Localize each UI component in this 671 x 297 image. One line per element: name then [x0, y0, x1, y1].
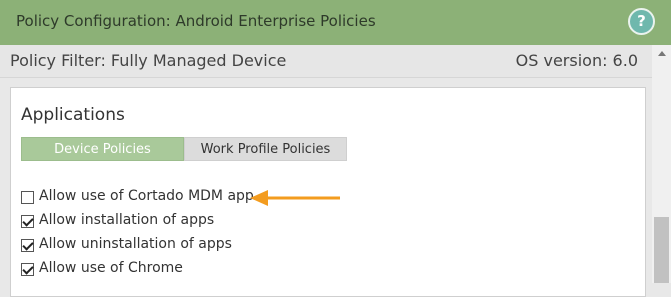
scroll-up-arrow-icon[interactable]	[658, 51, 666, 56]
policy-filter-label: Policy Filter: Fully Managed Device	[10, 51, 287, 70]
option-label: Allow use of Chrome	[39, 260, 183, 276]
option-label: Allow uninstallation of apps	[39, 236, 232, 252]
help-icon[interactable]: ?	[628, 8, 655, 35]
policy-filter-bar: Policy Filter: Fully Managed Device OS v…	[0, 45, 652, 78]
checkbox-checked[interactable]	[21, 215, 34, 228]
checkbox-checked[interactable]	[21, 263, 34, 276]
os-version-label: OS version: 6.0	[515, 51, 638, 70]
tab-work-profile-policies[interactable]: Work Profile Policies	[184, 137, 347, 161]
orange-arrow-icon	[250, 190, 340, 206]
checkbox-unchecked[interactable]	[21, 191, 34, 204]
option-label: Allow installation of apps	[39, 212, 215, 228]
option-label: Allow use of Cortado MDM app	[39, 188, 254, 204]
scrollbar-thumb[interactable]	[654, 217, 669, 283]
section-title: Applications	[21, 105, 125, 125]
tab-device-policies[interactable]: Device Policies	[21, 137, 184, 161]
window-title: Policy Configuration: Android Enterprise…	[16, 12, 376, 30]
checkbox-checked[interactable]	[21, 239, 34, 252]
title-bar: Policy Configuration: Android Enterprise…	[0, 0, 671, 45]
